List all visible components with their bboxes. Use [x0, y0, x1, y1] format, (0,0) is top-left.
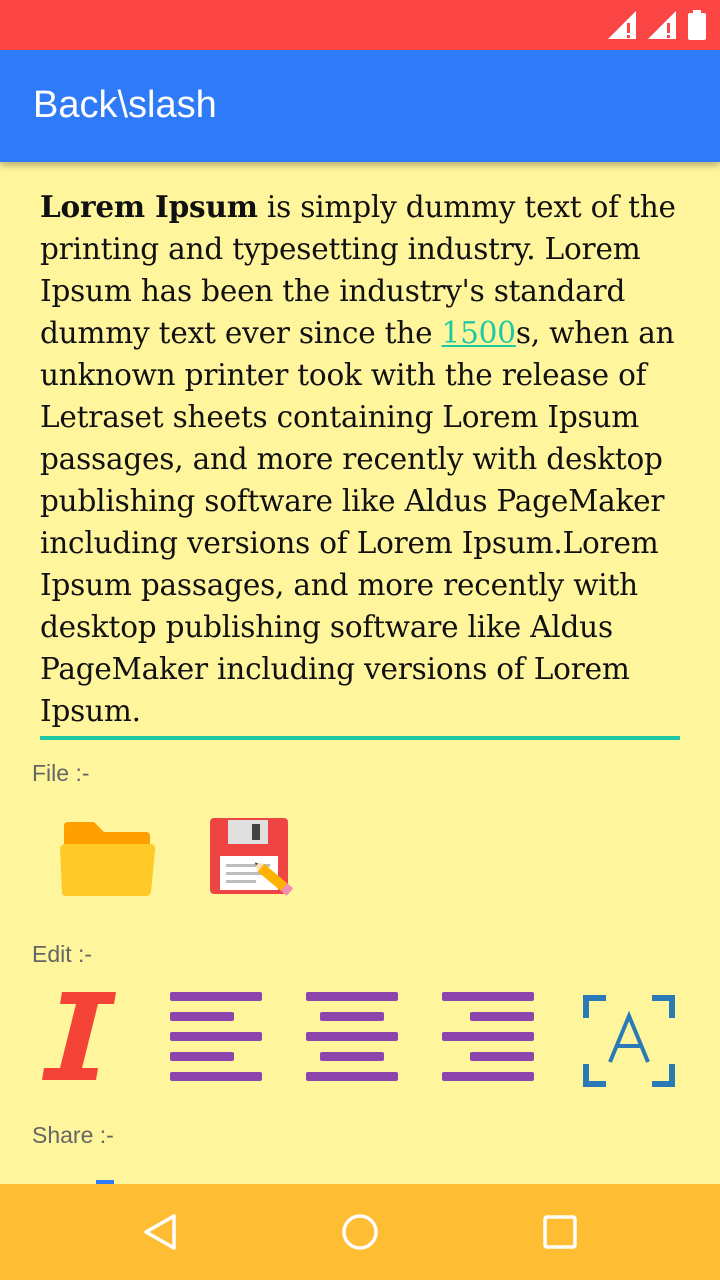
navigation-bar — [0, 1184, 720, 1280]
app-bar: Back\slash — [0, 50, 720, 162]
align-center-icon[interactable] — [304, 992, 400, 1082]
align-left-icon[interactable] — [168, 992, 264, 1082]
align-right-icon[interactable] — [440, 992, 536, 1082]
signal-1-icon — [608, 11, 636, 39]
text-editor[interactable]: Lorem Ipsum is simply dummy text of the … — [40, 186, 680, 732]
battery-icon — [688, 10, 706, 40]
editor-link[interactable]: 1500 — [442, 316, 516, 350]
app-title: Back\slash — [33, 84, 217, 126]
editor-underline — [40, 736, 680, 740]
home-button[interactable] — [312, 1184, 408, 1280]
editor-text-2: s, when an unknown printer took with the… — [40, 316, 675, 728]
status-bar — [0, 0, 720, 50]
recents-button[interactable] — [512, 1184, 608, 1280]
share-section-label: Share :- — [32, 1122, 114, 1148]
home-circle-icon — [342, 1214, 378, 1250]
save-edit-icon[interactable] — [208, 816, 300, 906]
edit-section-label: Edit :- — [32, 941, 93, 967]
text-select-icon[interactable] — [582, 994, 676, 1088]
signal-2-icon — [648, 11, 676, 39]
recents-square-icon — [543, 1215, 577, 1249]
file-section-label: File :- — [32, 760, 90, 786]
folder-icon[interactable] — [58, 820, 158, 900]
back-button[interactable] — [112, 1184, 208, 1280]
bold-text: Lorem Ipsum — [40, 189, 258, 224]
back-triangle-icon — [144, 1214, 176, 1250]
italic-icon[interactable] — [42, 992, 118, 1082]
